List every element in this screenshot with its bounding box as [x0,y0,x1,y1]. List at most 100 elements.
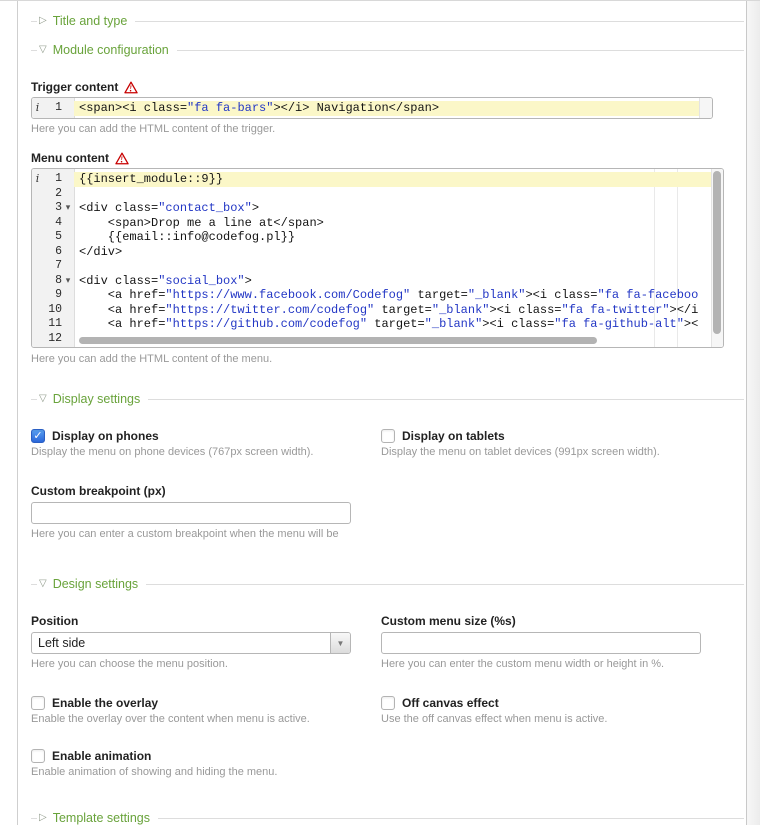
code-line[interactable]: 2 [32,187,723,202]
trigger-content-label-text: Trigger content [31,80,118,94]
editor-gutter: 4 [32,216,74,231]
code-line[interactable]: 9 <a href="https://www.facebook.com/Code… [32,288,723,303]
legend-rule [148,399,744,400]
code-text[interactable]: <span><i class="fa fa-bars"></i> Navigat… [74,101,699,116]
line-number: 9 [43,288,62,303]
editor-gutter: 12 [32,332,74,347]
legend-label[interactable]: Title and type [53,14,128,28]
custom-menu-size-field: Custom menu size (%s) Here you can enter… [381,614,744,670]
legend-dash [31,818,37,819]
code-text[interactable]: <a href="https://github.com/codefog" tar… [74,317,711,332]
info-gutter-icon[interactable]: i [32,172,43,187]
code-text[interactable]: <span>Drop me a line at</span> [74,216,711,231]
form-area: ▷ Title and type ▽ Module configuration … [17,1,746,825]
help-text: Enable animation of showing and hiding t… [31,766,744,778]
help-text: Display the menu on tablet devices (991p… [381,446,744,458]
warning-icon [124,81,138,94]
code-text[interactable]: </div> [74,245,711,260]
display-on-phones-checkbox[interactable]: ✓ [31,429,45,443]
horizontal-scrollbar-thumb[interactable] [79,337,597,344]
editor-gutter: 5 [32,230,74,245]
vertical-scrollbar[interactable] [711,169,723,347]
code-line[interactable]: 7 [32,259,723,274]
fold-arrow-icon[interactable]: ▾ [62,274,74,289]
code-text[interactable]: <div class="contact_box"> [74,201,711,216]
legend-dash [31,21,37,22]
code-line[interactable]: 10 <a href="https://twitter.com/codefog"… [32,303,723,318]
legend-label[interactable]: Template settings [53,811,150,825]
vertical-scrollbar[interactable] [699,98,712,118]
code-line[interactable]: 5 {{email::info@codefog.pl}} [32,230,723,245]
code-line[interactable]: 6</div> [32,245,723,260]
trigger-content-label: Trigger content [31,80,744,94]
enable-animation-label[interactable]: Enable animation [52,749,151,763]
fieldset-toggle-module-configuration[interactable]: ▽ Module configuration [31,42,744,58]
editor-gutter: i1 [32,172,74,187]
fieldset-toggle-design-settings[interactable]: ▽ Design settings [31,576,744,592]
editor-gutter: 2 [32,187,74,202]
legend-label[interactable]: Display settings [53,392,141,406]
position-select[interactable]: Left side ▼ [31,632,351,654]
enable-overlay-checkbox[interactable] [31,696,45,710]
line-number: 1 [43,101,62,116]
enable-animation-checkbox[interactable] [31,749,45,763]
vertical-scrollbar-thumb[interactable] [713,171,721,334]
help-text: Display the menu on phone devices (767px… [31,446,381,458]
line-number: 2 [43,187,62,202]
code-line[interactable]: i1{{insert_module::9}} [32,172,723,187]
code-text[interactable] [74,187,711,202]
editor-gutter: 7 [32,259,74,274]
line-number: 4 [43,216,62,231]
line-number: 11 [43,317,62,332]
legend-dash [31,584,37,585]
code-text[interactable]: {{insert_module::9}} [74,172,711,187]
enable-overlay-field: Enable the overlay Enable the overlay ov… [31,696,381,725]
display-on-tablets-label[interactable]: Display on tablets [402,429,505,443]
toggle-triangle-icon: ▷ [39,16,47,26]
code-line[interactable]: 3▾<div class="contact_box"> [32,201,723,216]
fieldset-toggle-title-and-type[interactable]: ▷ Title and type [31,13,744,29]
info-gutter-icon[interactable]: i [32,101,43,116]
code-text[interactable] [74,259,711,274]
menu-content-label: Menu content [31,151,744,165]
code-text[interactable]: <div class="social_box"> [74,274,711,289]
trigger-content-code-editor[interactable]: i1 <span><i class="fa fa-bars"></i> Navig… [31,97,713,119]
position-select-value: Left side [32,636,330,650]
legend-dash [31,399,37,400]
trigger-content-help: Here you can add the HTML content of the… [31,123,744,135]
editor-gutter: 3▾ [32,201,74,216]
fold-arrow-icon[interactable]: ▾ [62,201,74,216]
legend-rule [177,50,744,51]
chevron-down-icon: ▼ [330,633,350,653]
display-on-tablets-checkbox[interactable] [381,429,395,443]
line-number: 12 [43,332,62,347]
legend-rule [146,584,744,585]
page-scrollbar[interactable] [746,1,760,825]
fieldset-toggle-template-settings[interactable]: ▷ Template settings [31,810,744,825]
custom-breakpoint-input[interactable] [31,502,351,524]
off-canvas-label[interactable]: Off canvas effect [402,696,499,710]
code-line[interactable]: 8▾<div class="social_box"> [32,274,723,289]
custom-menu-size-input[interactable] [381,632,701,654]
line-number: 3 [43,201,62,216]
custom-breakpoint-label: Custom breakpoint (px) [31,484,744,498]
code-line[interactable]: i1 <span><i class="fa fa-bars"></i> Navig… [32,101,712,116]
editor-gutter: 9 [32,288,74,303]
menu-content-code-editor[interactable]: i1{{insert_module::9}}23▾<div class="con… [31,168,724,348]
editor-gutter: 8▾ [32,274,74,289]
legend-label[interactable]: Design settings [53,577,138,591]
position-label: Position [31,614,381,628]
toggle-triangle-icon: ▽ [39,45,47,55]
menu-content-label-text: Menu content [31,151,109,165]
code-text[interactable]: {{email::info@codefog.pl}} [74,230,711,245]
display-on-phones-label[interactable]: Display on phones [52,429,159,443]
code-line[interactable]: 4 <span>Drop me a line at</span> [32,216,723,231]
code-text[interactable]: <a href="https://twitter.com/codefog" ta… [74,303,711,318]
enable-overlay-label[interactable]: Enable the overlay [52,696,158,710]
code-line[interactable]: 11 <a href="https://github.com/codefog" … [32,317,723,332]
legend-label[interactable]: Module configuration [53,43,169,57]
off-canvas-checkbox[interactable] [381,696,395,710]
fieldset-toggle-display-settings[interactable]: ▽ Display settings [31,391,744,407]
legend-rule [158,818,744,819]
code-text[interactable]: <a href="https://www.facebook.com/Codefo… [74,288,711,303]
